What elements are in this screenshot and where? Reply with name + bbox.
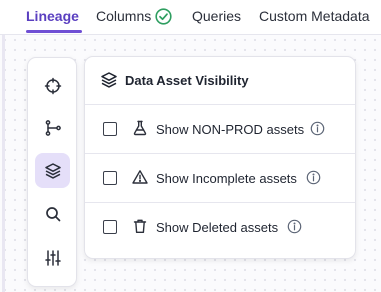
panel-header: Data Asset Visibility — [85, 57, 355, 105]
data-asset-visibility-panel: Data Asset Visibility Show NON-PROD asse… — [84, 56, 356, 259]
tab-lineage[interactable]: Lineage — [26, 8, 79, 24]
incomplete-checkbox[interactable] — [103, 171, 117, 185]
panel-title: Data Asset Visibility — [125, 73, 249, 88]
tab-columns[interactable]: Columns — [96, 8, 172, 25]
crosshair-icon — [44, 77, 61, 94]
lineage-tree-icon — [45, 119, 61, 136]
option-label: Show NON-PROD assets — [156, 122, 305, 137]
flask-icon — [133, 120, 147, 136]
layers-icon — [101, 72, 117, 88]
non-prod-checkbox[interactable] — [103, 122, 117, 136]
option-label: Show Incomplete assets — [156, 171, 297, 186]
deleted-checkbox[interactable] — [103, 220, 117, 234]
canvas-edge — [2, 35, 5, 292]
filter-settings-button[interactable] — [35, 240, 70, 275]
trash-icon — [133, 219, 147, 233]
tab-custom-metadata[interactable]: Custom Metadata — [259, 8, 370, 24]
tab-columns-label: Columns — [96, 8, 152, 24]
active-tab-indicator — [26, 30, 82, 33]
sliders-icon — [44, 249, 61, 266]
lineage-toolbar — [27, 57, 77, 287]
warning-icon — [132, 170, 148, 184]
option-label: Show Deleted assets — [156, 220, 279, 235]
lineage-layout-button[interactable] — [35, 110, 70, 145]
search-button[interactable] — [35, 196, 70, 231]
check-circle-icon — [155, 8, 172, 25]
tab-bar: Lineage Columns Queries Custom Metadata — [0, 0, 381, 35]
info-icon[interactable] — [287, 219, 302, 234]
layers-icon — [44, 162, 61, 179]
option-non-prod[interactable]: Show NON-PROD assets — [85, 105, 355, 154]
option-incomplete[interactable]: Show Incomplete assets — [85, 154, 355, 203]
info-icon[interactable] — [310, 121, 325, 136]
option-deleted[interactable]: Show Deleted assets — [85, 203, 355, 252]
recenter-button[interactable] — [35, 68, 70, 103]
info-icon[interactable] — [306, 170, 321, 185]
tab-queries[interactable]: Queries — [192, 8, 241, 24]
search-icon — [45, 206, 60, 221]
visibility-layers-button[interactable] — [35, 153, 70, 188]
